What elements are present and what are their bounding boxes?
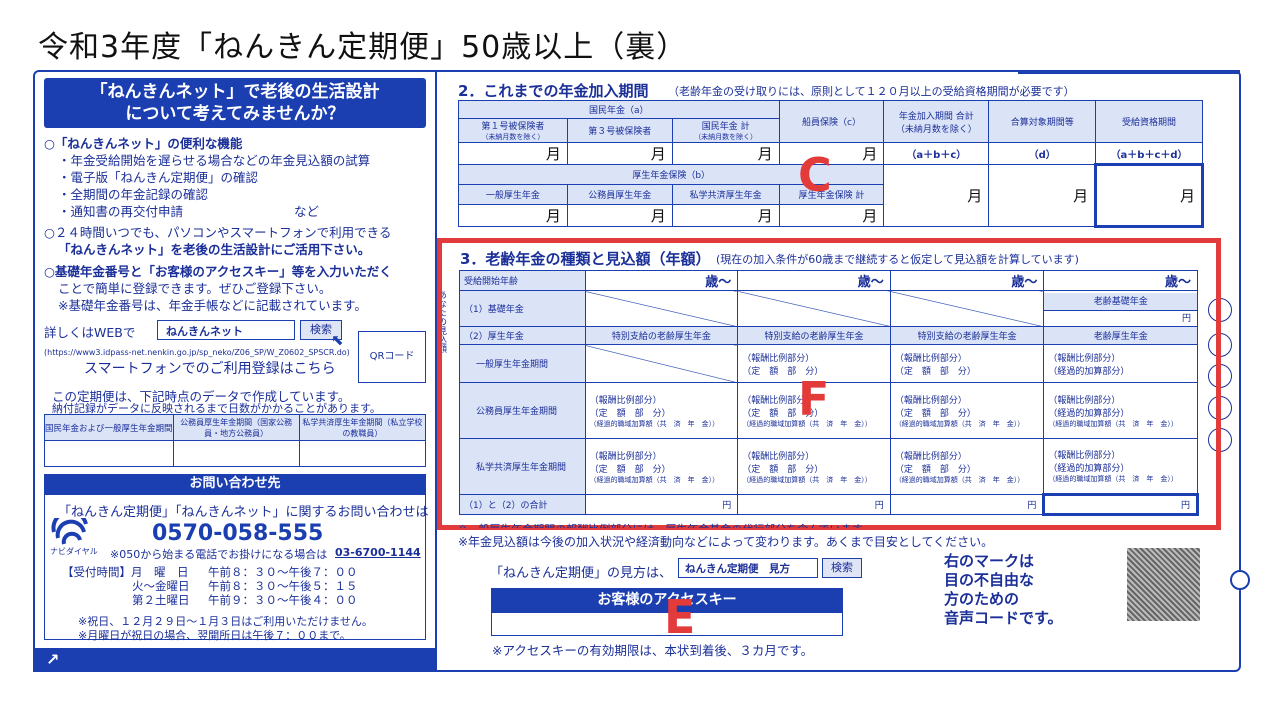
voice-line: 目の不自由な [944,571,1035,589]
date-col-3: 私学共済厚生年金期間（私立学校の教職員） [298,414,427,441]
contact-line: 「ねんきん定期便」「ねんきんネット」に関するお問い合わせは [58,505,429,520]
annotation-c: C [798,148,832,202]
estimate-note: ※年金見込額は今後の加入状況や経済動向などによって変わります。あくまで目安として… [458,535,994,549]
hours-time: 午前９：３０〜午後４：００ [208,593,358,607]
alt-phone-note: ※050から始まる電話でお掛けになる場合は [110,548,328,561]
alt-phone-number[interactable]: 03-6700-1144 [335,546,421,559]
headline-line-2: について考えてみませんか？ [125,104,345,124]
paragraph-register-3: ※基礎年金番号は、年金手帳などに記載されています。 [58,298,367,313]
contact-title: お問い合わせ先 [44,474,426,494]
viewer-label: 「ねんきん定期便」の見方は、 [490,566,673,581]
col-kosei-private: 私学共済厚生年金 [671,184,780,205]
col-kokumin-total-label: 国民年金 計 [701,122,750,132]
feature-item: ・通知書の再交付申請 [58,204,184,219]
date-cell [298,440,427,467]
voice-line: 右のマークは [944,552,1035,570]
section-2-title: 2．これまでの年金加入期間 [458,82,649,100]
month-cell: 月 [458,142,568,165]
voice-code-icon [1127,548,1200,621]
col-kosei-public: 公務員厚生年金 [566,184,673,205]
paragraph-24h-2: 「ねんきんネット」を老後の生活設計にご活用下さい。 [58,242,371,257]
col-1go: 第１号被保険者 （未納月数を除く） [458,118,568,143]
col-kokumin-total-note: （未納月数を除く） [694,133,758,141]
search-input[interactable]: ねんきんネット [157,320,295,340]
card-notch [1230,570,1250,590]
col-kokumin-total: 国民年金 計（未納月数を除く） [671,118,780,143]
col-3go: 第３号被保険者 [566,118,673,143]
viewer-search-input[interactable]: ねんきん定期便 見方 [678,558,818,578]
senin-header: 船員保険（c） [778,100,885,143]
cursor-arrow-icon: ⬉ [331,331,344,349]
hours-label: 第２土曜日 [132,593,190,607]
total-header-label: 年金加入期間 合計 [898,111,974,122]
web-label: 詳しくはWEBで [44,325,136,340]
kokumin-header: 国民年金（a） [458,100,780,119]
phone-number[interactable]: 0570-058-555 [152,521,323,546]
navi-dial-label: ナビダイヤル [50,547,98,556]
month-cell: 月 [458,204,568,227]
voice-line: 方のための [944,590,1020,608]
month-cell: 月 [1094,163,1204,228]
month-cell: 月 [778,204,885,227]
smartphone-link[interactable]: スマートフォンでのご利用登録はこちら [84,358,336,378]
jukyu-header: 受給資格期間 [1095,100,1203,143]
qr-code[interactable]: QRコード [358,331,426,383]
annotation-f: F [798,372,830,426]
month-cell: 月 [671,142,780,165]
page-title: 令和3年度「ねんきん定期便」50歳以上（裏） [38,30,688,65]
jukyu-formula: （a＋b＋c＋d） [1095,142,1203,165]
month-cell: 月 [988,164,1097,227]
date-cell [172,440,300,467]
voice-line: 音声コードです。 [944,609,1063,627]
date-col-2: 公務員厚生年金期間（国家公務員・地方公務員） [172,414,300,441]
access-key-note: ※アクセスキーの有効期限は、本状到着後、３カ月です。 [492,643,814,658]
navi-dial-logo-icon [51,518,88,545]
total-formula: （a＋b＋c） [883,142,990,165]
top-rule [1018,70,1240,74]
gassan-header: 合算対象期間等 [988,100,1097,143]
nenkin-net-headline: 「ねんきんネット」で老後の生活設計 について考えてみませんか？ [44,78,426,128]
data-date-table: 国民年金および一般厚生年金期間 公務員厚生年金期間（国家公務員・地方公務員） 私… [44,414,427,467]
month-cell: 月 [671,204,780,227]
col-kosei-general: 一般厚生年金 [458,184,568,205]
date-cell [44,440,174,467]
col-1go-note: （未納月数を除く） [481,133,545,141]
section-2-subtitle: （老齢年金の受け取りには、原則として１２０月以上の受給資格期間が必要です） [668,85,1075,98]
date-col-1: 国民年金および一般厚生年金期間 [44,414,174,441]
gassan-d: （d） [988,142,1097,165]
total-header: 年金加入期間 合計 （未納月数を除く） [883,100,990,143]
month-cell: 月 [566,204,673,227]
hidden-note: ※一般厚生年金期間の報酬比例部分には、厚生年金基金の代行部分を含んでいます。 [458,521,873,528]
nenkin-net-url[interactable]: (https://www3.idpass-net.nenkin.go.jp/sp… [44,348,350,357]
month-cell: 月 [883,164,990,227]
features-etc: など [294,204,320,219]
left-bottom-bar [33,648,437,672]
viewer-search-button[interactable]: 検索 [822,558,862,578]
voice-code-text: 右のマークは 目の不自由な 方のための 音声コードです。 [944,552,1063,628]
annotation-e: E [664,590,696,644]
headline-line-1: 「ねんきんネット」で老後の生活設計 [90,82,380,102]
col-1go-label: 第１号被保険者 [481,122,545,132]
total-header-note: （未納月数を除く） [895,124,977,135]
holiday-note-2: ※月曜日が祝日の場合、翌開所日は午後７：００まで。 [78,629,351,642]
arrow-up-right-icon[interactable]: ↗ [46,650,59,669]
month-cell: 月 [566,142,673,165]
